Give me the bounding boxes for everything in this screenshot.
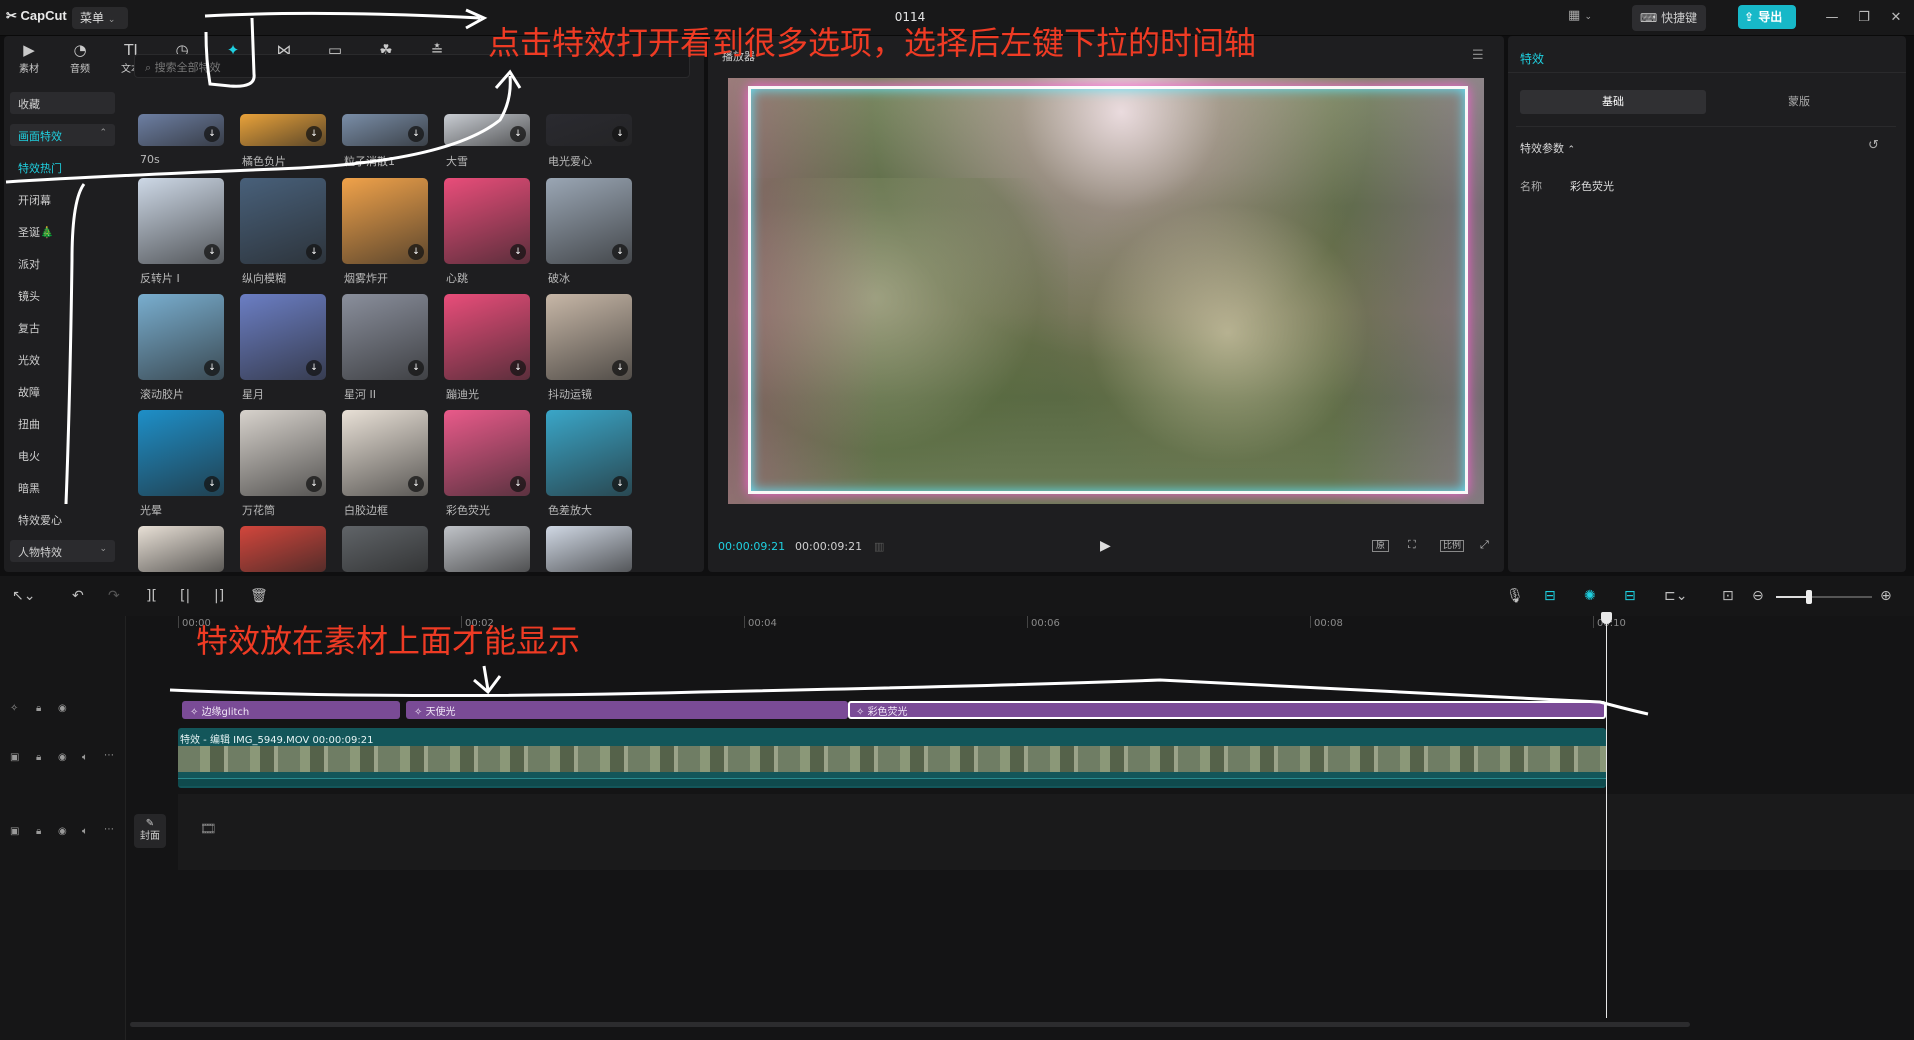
annotation-timeline: 特效放在素材上面才能显示: [196, 622, 581, 660]
annotation-top: 点击特效打开看到很多选项，选择后左键下拉的时间轴: [488, 24, 1257, 62]
annotation-strokes: [5, 8, 1649, 716]
